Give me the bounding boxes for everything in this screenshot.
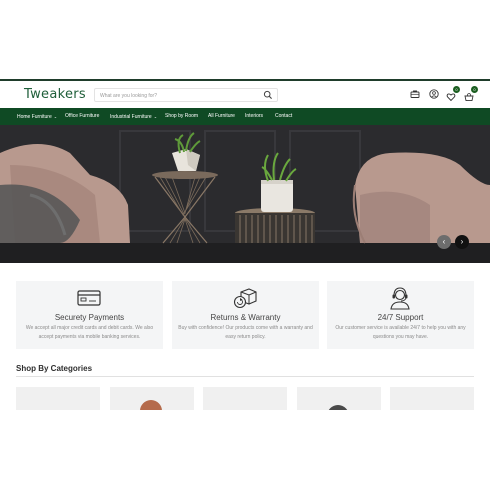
nav-item-label: Shop by Room [165,113,199,119]
search-bar [94,88,278,102]
feature-description: We accept all major credit cards and deb… [25,325,154,340]
chevron-left-icon: ‹ [442,237,446,246]
category-image [140,400,162,410]
category-card[interactable] [110,387,194,410]
cart-button[interactable]: 0 [464,86,478,102]
hero-banner: ‹ › [0,125,490,263]
user-icon[interactable] [429,89,439,99]
cart-icon [464,93,474,102]
cart-count-badge: 0 [471,86,478,93]
logo[interactable]: Tweakers [24,87,86,102]
chevron-right-icon: › [460,237,464,246]
category-card[interactable] [203,387,287,410]
feature-title: Securety Payments [54,313,125,322]
feature-card-payments: Securety Payments We accept all major cr… [16,281,163,349]
nav-item-shop-by-room[interactable]: Shop by Room [165,108,198,125]
chevron-down-icon: ⌄ [53,114,58,119]
nav-item-label: Contact [275,113,293,119]
category-card[interactable] [297,387,381,410]
feature-description: Our customer service is available 24/7 t… [335,325,466,340]
wishlist-count-badge: 0 [453,86,460,93]
section-divider [16,376,474,377]
support-agent-icon [390,287,410,310]
nav-item-label: All Furniture [208,113,235,119]
features-row: Securety Payments We accept all major cr… [0,281,490,349]
search-icon[interactable] [263,90,273,100]
search-input[interactable] [100,90,260,101]
nav-item-industrial-furniture[interactable]: Industrial Furniture ⌄ [110,108,157,125]
site-header: Tweakers 0 0 [0,81,490,108]
nav-item-label: Home Furniture [17,114,52,120]
wishlist-button[interactable]: 0 [446,86,460,102]
nav-item-label: Office Furniture [65,113,100,119]
carousel-next-button[interactable]: › [455,235,469,249]
main-nav: Home Furniture ⌄ Office Furniture Industr… [0,108,490,125]
hero-image [0,125,490,263]
feature-title: 24/7 Support [377,313,424,322]
nav-item-home-furniture[interactable]: Home Furniture ⌄ [17,108,57,125]
credit-card-icon [77,290,101,306]
nav-item-label: Industrial Furniture [110,114,152,120]
nav-item-interiors[interactable]: Interiors [245,108,263,125]
feature-card-support: 24/7 Support Our customer service is ava… [327,281,474,349]
returns-box-icon [233,288,257,309]
nav-item-office-furniture[interactable]: Office Furniture [65,108,99,125]
carousel-prev-button[interactable]: ‹ [437,235,451,249]
section-title-categories: Shop By Categories [16,364,93,373]
nav-item-label: Interiors [245,113,264,119]
category-card[interactable] [390,387,474,410]
nav-item-all-furniture[interactable]: All Furniture [208,108,235,125]
nav-item-contact[interactable]: Contact [275,108,292,125]
feature-title: Returns & Warranty [210,313,281,322]
category-image [327,405,349,410]
heart-icon [446,93,456,102]
chevron-down-icon: ⌄ [153,114,158,119]
briefcase-icon[interactable] [410,89,420,99]
feature-card-returns: Returns & Warranty Buy with confidence! … [172,281,319,349]
category-card[interactable] [16,387,100,410]
feature-description: Buy with confidence! Our products come w… [178,325,313,340]
